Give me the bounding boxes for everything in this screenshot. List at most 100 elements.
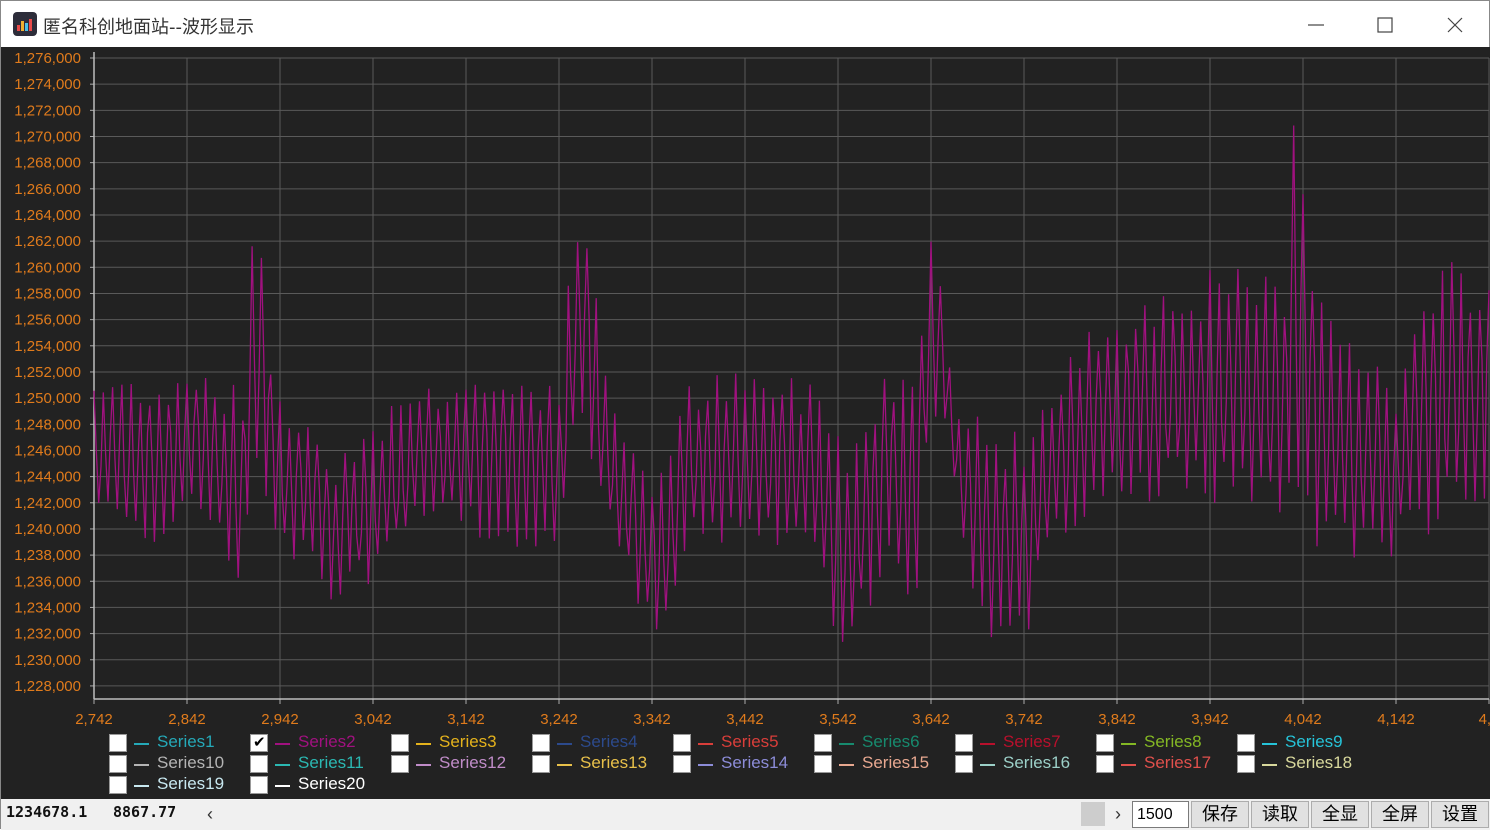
minimize-icon bbox=[1308, 24, 1324, 26]
x-tick-label: 4,142 bbox=[1377, 711, 1415, 728]
y-tick-label: 1,230,000 bbox=[14, 652, 81, 669]
legend-swatch bbox=[839, 743, 854, 745]
legend-label: Series1 bbox=[157, 732, 215, 751]
y-tick-label: 1,262,000 bbox=[14, 233, 81, 250]
x-tick-label: 3,442 bbox=[726, 711, 764, 728]
title-bar[interactable]: 匿名科创地面站--波形显示 bbox=[1, 1, 1489, 47]
series-toggle-checkbox[interactable] bbox=[673, 734, 691, 752]
y-tick-label: 1,232,000 bbox=[14, 626, 81, 643]
scroll-right-button[interactable]: › bbox=[1107, 802, 1129, 826]
y-tick-label: 1,228,000 bbox=[14, 678, 81, 695]
legend-label: Series18 bbox=[1285, 753, 1353, 772]
legend-label: Series8 bbox=[1144, 732, 1202, 751]
series-toggle-checkbox[interactable] bbox=[391, 755, 409, 773]
y-tick-label: 1,242,000 bbox=[14, 495, 81, 512]
y-tick-label: 1,258,000 bbox=[14, 285, 81, 302]
y-tick-label: 1,244,000 bbox=[14, 469, 81, 486]
y-tick-label: 1,238,000 bbox=[14, 547, 81, 564]
series-toggle-checkbox[interactable] bbox=[391, 734, 409, 752]
legend-swatch bbox=[980, 743, 995, 745]
series-toggle-checkbox[interactable] bbox=[250, 755, 268, 773]
series-toggle-checkbox[interactable] bbox=[109, 776, 127, 794]
legend-label: Series13 bbox=[580, 753, 648, 772]
legend-swatch bbox=[275, 743, 290, 745]
legend-label: Series6 bbox=[862, 732, 920, 751]
y-tick-label: 1,248,000 bbox=[14, 416, 81, 433]
fullscreen-button[interactable]: 全屏 bbox=[1371, 801, 1429, 828]
series-toggle-checkbox[interactable] bbox=[250, 733, 268, 752]
waveform-chart[interactable]: 1,276,000 1,274,000 1,272,000 1,270,000 1,26… bbox=[1, 47, 1490, 737]
x-tick-label: 3,542 bbox=[819, 711, 857, 728]
x-tick-label: 3,242 bbox=[540, 711, 578, 728]
load-button[interactable]: 读取 bbox=[1251, 801, 1309, 828]
legend-label: Series15 bbox=[862, 753, 930, 772]
scrollbar-thumb[interactable] bbox=[1081, 802, 1105, 826]
show-all-button[interactable]: 全显 bbox=[1311, 801, 1369, 828]
horizontal-scrollbar[interactable] bbox=[223, 802, 1081, 826]
series-toggle-checkbox[interactable] bbox=[673, 755, 691, 773]
y-tick-label: 1,250,000 bbox=[14, 390, 81, 407]
series-toggle-checkbox[interactable] bbox=[250, 776, 268, 794]
series-toggle-checkbox[interactable] bbox=[532, 734, 550, 752]
series-toggle-checkbox[interactable] bbox=[109, 755, 127, 773]
legend-label: Series19 bbox=[157, 774, 225, 793]
series-toggle-checkbox[interactable] bbox=[955, 734, 973, 752]
legend-label: Series3 bbox=[439, 732, 497, 751]
legend-label: Series17 bbox=[1144, 753, 1212, 772]
series-toggle-checkbox[interactable] bbox=[1096, 734, 1114, 752]
series-toggle-checkbox[interactable] bbox=[814, 755, 832, 773]
series-toggle-checkbox[interactable] bbox=[1096, 755, 1114, 773]
legend-label: Series4 bbox=[580, 732, 638, 751]
legend-label: Series16 bbox=[1003, 753, 1071, 772]
chart-legend: Series1 Series2 Series3 Series4 Series5 Serie… bbox=[1, 731, 1490, 799]
settings-button[interactable]: 设置 bbox=[1431, 801, 1489, 828]
app-logo-icon bbox=[13, 12, 37, 36]
y-tick-label: 1,266,000 bbox=[14, 181, 81, 198]
series-toggle-checkbox[interactable] bbox=[1237, 734, 1255, 752]
minimize-button[interactable] bbox=[1281, 1, 1351, 47]
legend-swatch bbox=[839, 764, 854, 766]
series-toggle-checkbox[interactable] bbox=[1237, 755, 1255, 773]
x-tick-label: 2,842 bbox=[168, 711, 206, 728]
x-tick-label: 3,042 bbox=[354, 711, 392, 728]
app-window: 匿名科创地面站--波形显示 1,276,000 1,274,000 1,272,00… bbox=[0, 0, 1490, 830]
legend-swatch bbox=[416, 743, 431, 745]
chart-area[interactable]: 1,276,000 1,274,000 1,272,000 1,270,000 1,26… bbox=[1, 47, 1490, 799]
y-tick-label: 1,270,000 bbox=[14, 128, 81, 145]
save-button[interactable]: 保存 bbox=[1191, 801, 1249, 828]
y-tick-label: 1,260,000 bbox=[14, 259, 81, 276]
x-tick-label: 3,642 bbox=[912, 711, 950, 728]
y-tick-label: 1,272,000 bbox=[14, 102, 81, 119]
y-tick-label: 1,276,000 bbox=[14, 50, 81, 67]
readout-value-2: 8867.77 bbox=[113, 803, 177, 821]
legend-swatch bbox=[134, 743, 149, 745]
legend-label: Series10 bbox=[157, 753, 225, 772]
legend-swatch bbox=[134, 764, 149, 766]
legend-swatch bbox=[1262, 743, 1277, 745]
x-tick-label: 3,742 bbox=[1005, 711, 1043, 728]
series-toggle-checkbox[interactable] bbox=[532, 755, 550, 773]
close-button[interactable] bbox=[1420, 1, 1490, 47]
y-tick-label: 1,246,000 bbox=[14, 442, 81, 459]
legend-swatch bbox=[416, 764, 431, 766]
maximize-button[interactable] bbox=[1350, 1, 1420, 47]
series-toggle-checkbox[interactable] bbox=[109, 734, 127, 752]
x-tick-label: 3,142 bbox=[447, 711, 485, 728]
scroll-left-button[interactable]: ‹ bbox=[199, 802, 221, 826]
legend-label: Series5 bbox=[721, 732, 779, 751]
y-tick-label: 1,256,000 bbox=[14, 312, 81, 329]
points-count-input[interactable]: 1500 bbox=[1132, 801, 1189, 828]
y-tick-label: 1,234,000 bbox=[14, 599, 81, 616]
chevron-left-icon: ‹ bbox=[207, 804, 213, 824]
y-tick-label: 1,252,000 bbox=[14, 364, 81, 381]
x-tick-label: 2,742 bbox=[75, 711, 113, 728]
y-tick-label: 1,240,000 bbox=[14, 521, 81, 538]
legend-swatch bbox=[275, 785, 290, 787]
y-tick-label: 1,274,000 bbox=[14, 76, 81, 93]
x-tick-label: 2,942 bbox=[261, 711, 299, 728]
legend-swatch bbox=[134, 785, 149, 787]
legend-label: Series20 bbox=[298, 774, 366, 793]
legend-swatch bbox=[275, 764, 290, 766]
series-toggle-checkbox[interactable] bbox=[955, 755, 973, 773]
series-toggle-checkbox[interactable] bbox=[814, 734, 832, 752]
